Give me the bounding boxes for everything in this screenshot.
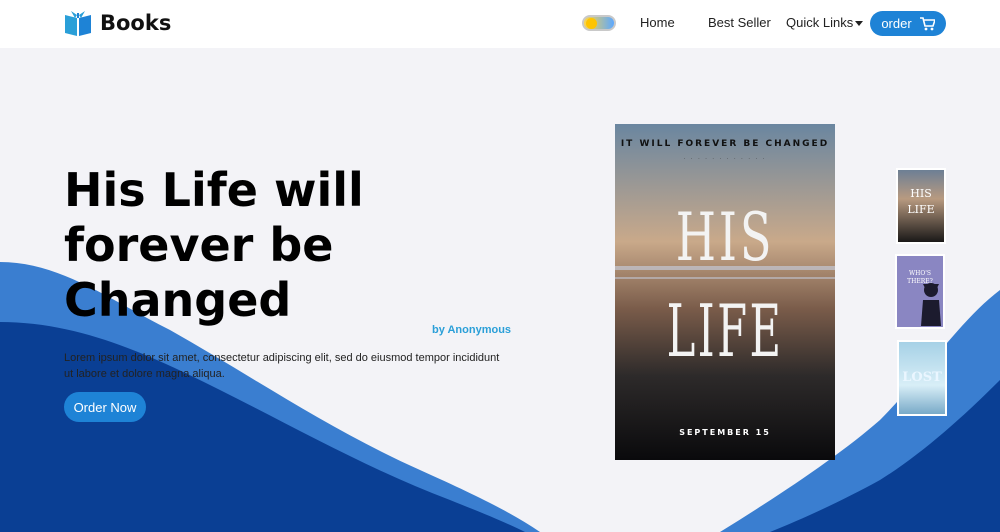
author-label: by Anonymous <box>432 324 512 336</box>
brand-name: Books <box>100 11 172 35</box>
book-icon <box>65 11 91 36</box>
silhouette-icon <box>921 283 941 326</box>
order-now-button[interactable]: Order Now <box>64 392 146 422</box>
thumbnail-title: LOST <box>902 370 942 385</box>
theme-toggle[interactable] <box>582 15 616 31</box>
cover-title-life: LIFE <box>666 289 784 373</box>
thumbnail-his-life[interactable]: HIS LIFE <box>896 168 946 244</box>
thumbnail-lost[interactable]: LOST <box>897 340 947 416</box>
cart-icon <box>919 16 935 30</box>
cover-date: SEPTEMBER 15 <box>679 428 771 437</box>
nav-quick-links-dropdown[interactable]: Quick Links <box>786 15 864 30</box>
navbar: Books Home Best Seller Quick Links order <box>0 0 1000 48</box>
toggle-knob <box>586 18 597 29</box>
thumbnail-title: HIS LIFE <box>907 187 935 216</box>
hero-title: His Life will forever be Changed <box>64 163 364 327</box>
hero-description: Lorem ipsum dolor sit amet, consectetur … <box>64 352 500 380</box>
thumbnail-whos-there[interactable]: WHO'S THERE? <box>895 254 945 329</box>
caret-down-icon <box>855 21 864 27</box>
cover-tagline: IT WILL FOREVER BE CHANGED <box>620 139 830 149</box>
order-button[interactable]: order <box>870 11 946 36</box>
quick-links-label: Quick Links <box>786 15 854 30</box>
featured-book-cover[interactable]: IT WILL FOREVER BE CHANGED · · · · · · ·… <box>615 124 835 460</box>
nav-home-link[interactable]: Home <box>640 15 675 30</box>
cover-bridge-lower <box>615 277 835 279</box>
cover-subline: · · · · · · · · · · · · <box>683 156 767 162</box>
cover-title-his: HIS <box>675 199 775 276</box>
brand-logo[interactable]: Books <box>63 9 171 37</box>
nav-best-seller-link[interactable]: Best Seller <box>708 15 771 30</box>
order-button-label: order <box>881 16 912 31</box>
